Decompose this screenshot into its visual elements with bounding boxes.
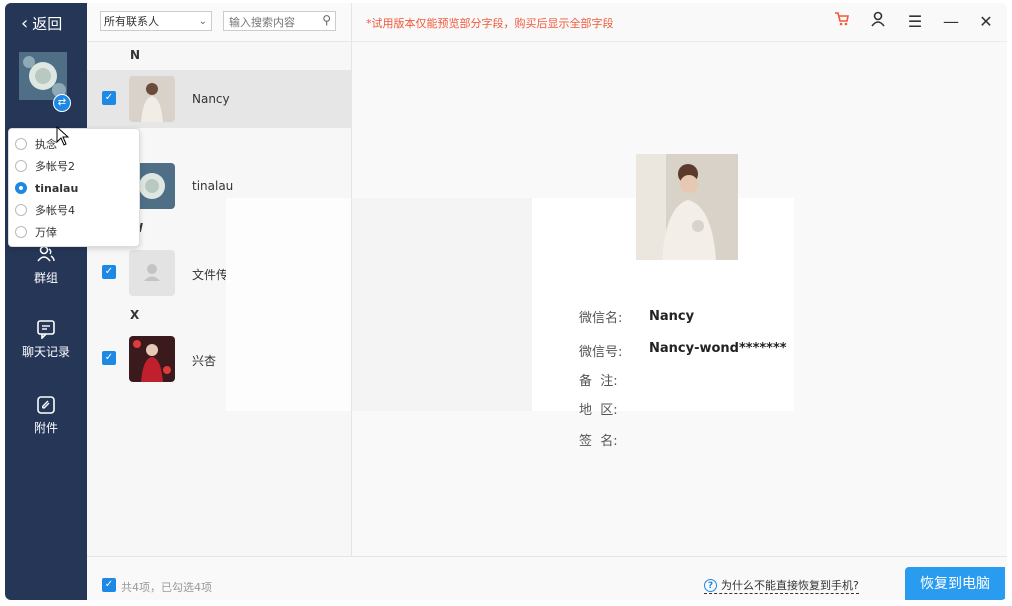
footer-bar: ✓ 共4项，已勾选4项 ? 为什么不能直接恢复到手机? 恢复到电脑 [87,556,1007,600]
render-artifact [226,198,351,411]
menu-icon[interactable]: ☰ [904,11,926,33]
contact-checkbox[interactable]: ✓ [102,265,116,279]
field-label-signature: 签 名: [579,434,618,449]
field-label-region: 地 区: [579,403,618,418]
select-all-checkbox[interactable]: ✓ [102,578,116,592]
back-label: 返回 [32,15,63,33]
nav-group-label: 群组 [33,271,58,285]
account-option[interactable]: 执念 [9,133,139,155]
account-option-label: 万倖 [35,226,57,239]
help-link-label: 为什么不能直接恢复到手机? [721,579,859,592]
contact-photo [636,154,738,260]
nav-chat-record-label: 聊天记录 [21,345,70,359]
help-link[interactable]: ? 为什么不能直接恢复到手机? [704,577,859,594]
contact-name: tinalau [192,179,234,193]
account-option[interactable]: tinalau [9,177,139,199]
field-label-wechat-name: 微信名: [579,311,623,326]
contact-filter-select[interactable]: 所有联系人 ⌄ [100,11,212,31]
account-option[interactable]: 多帐号2 [9,155,139,177]
nav-attachment-label: 附件 [33,421,58,435]
radio-button[interactable] [15,160,27,172]
account-option-label: 执念 [35,138,57,151]
selection-count: 共4项，已勾选4项 [121,581,212,594]
field-label-remark: 备 注: [579,374,618,389]
radio-button[interactable] [15,226,27,238]
list-header: 所有联系人 ⌄ ⚲ [87,3,351,42]
avatar [129,250,175,296]
attachment-icon [37,396,55,414]
account-option-label: tinalau [35,181,79,195]
minimize-icon[interactable]: — [940,11,962,33]
contact-filter-value: 所有联系人 [104,15,159,28]
app-window: ‹ 返回 ⇄ 群组 聊天记录 附件 所有联系人 ⌄ 输入搜索内容 ⚲ N ✓ N… [5,3,1007,600]
contact-row[interactable]: ✓ Nancy [87,70,351,128]
mouse-cursor-icon [56,126,70,146]
header-divider [352,41,1007,42]
contact-list-panel: 所有联系人 ⌄ ⚲ N ✓ Nancy ✓ [87,3,352,600]
group-letter-x: X [130,308,140,322]
switch-account-icon[interactable]: ⇄ [53,94,71,112]
account-option-label: 多帐号4 [35,204,75,217]
search-input[interactable] [227,13,319,31]
chevron-left-icon: ‹ [21,12,29,34]
search-box[interactable]: ⚲ [223,11,336,31]
nav-attachment[interactable]: 附件 [5,395,87,436]
nav-group[interactable]: 群组 [5,245,87,286]
avatar [129,336,175,382]
avatar [129,76,175,122]
chevron-down-icon: ⌄ [198,16,207,27]
contact-detail-panel: *试用版本仅能预览部分字段，购买后显示全部字段 ☰ — ✕ 微信名: Nancy… [352,3,1007,600]
user-placeholder-icon [144,264,160,281]
account-option[interactable]: 多帐号4 [9,199,139,221]
radio-button[interactable] [15,204,27,216]
field-label-wechat-id: 微信号: [579,345,623,360]
contact-name: 兴杏 [192,354,217,368]
account-option[interactable]: 万倖 [9,221,139,243]
group-icon [37,245,55,262]
contact-checkbox[interactable]: ✓ [102,351,116,365]
back-button[interactable]: ‹ 返回 [21,13,62,34]
account-avatar[interactable] [19,52,67,100]
chat-record-icon [37,320,55,339]
cart-icon[interactable] [831,11,853,33]
account-switch-menu: 执念多帐号2 tinalau 多帐号4 万倖 [8,128,140,247]
radio-button[interactable] [15,182,27,194]
account-option-label: 多帐号2 [35,160,75,173]
trial-notice: *试用版本仅能预览部分字段，购买后显示全部字段 [366,17,614,30]
contact-checkbox[interactable]: ✓ [102,91,116,105]
restore-to-pc-button[interactable]: 恢复到电脑 [905,567,1005,600]
contact-name: Nancy [192,92,230,106]
radio-button[interactable] [15,138,27,150]
field-value-wechat-id: Nancy-wond******* [649,341,787,356]
question-icon: ? [704,578,717,592]
render-artifact [352,198,532,411]
field-value-wechat-name: Nancy [649,309,695,324]
search-icon[interactable]: ⚲ [322,13,331,27]
nav-chat-record[interactable]: 聊天记录 [5,319,87,360]
group-letter-n: N [130,48,141,62]
sidebar: ‹ 返回 ⇄ 群组 聊天记录 附件 [5,3,87,600]
user-icon[interactable] [867,11,889,33]
close-icon[interactable]: ✕ [975,11,997,33]
